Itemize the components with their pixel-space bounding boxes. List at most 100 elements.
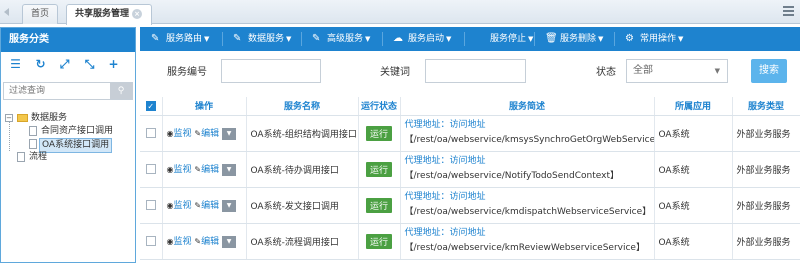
- category-tree: − 数据服务 合同资产接口调用 OA系统接口调用 流程: [5, 112, 133, 164]
- refresh-icon[interactable]: ↻: [34, 58, 47, 71]
- row-checkbox[interactable]: [145, 235, 156, 246]
- service-path: 【/rest/oa/webservice/kmsysSynchroGetOrgW…: [404, 135, 654, 145]
- edit-link[interactable]: 编辑: [201, 129, 219, 139]
- status-badge: 运行: [365, 233, 392, 249]
- expand-icon[interactable]: ⤢: [58, 58, 71, 71]
- tab-service-management[interactable]: 共享服务管理 ×: [66, 4, 152, 25]
- panel-title: 服务分类: [1, 28, 135, 52]
- row-menu-button[interactable]: ▼: [222, 127, 237, 140]
- folder-icon: [17, 114, 28, 122]
- app-name: OA系统: [654, 223, 733, 260]
- table-row[interactable]: ◉监视 ✎编辑 ▼ OA系统-待办调用接口 运行 代理地址：访问地址 【/rest/…: [140, 151, 800, 188]
- action-toolbar: ✎ 服务路由 ▼ ✎ 数据服务 ▼ ✎ 高级服务 ▼ ☁ 服务启动 ▼ 服务停止 ▼ 🗑 服务删除 ▼…: [140, 27, 800, 51]
- status-badge: 运行: [365, 161, 392, 177]
- service-path: 【/rest/oa/webservice/kmdispatchWebservic…: [404, 207, 652, 217]
- row-checkbox[interactable]: [145, 199, 156, 210]
- list-icon[interactable]: ☰: [9, 58, 22, 71]
- tree-node-contract[interactable]: 合同资产接口调用: [5, 125, 133, 138]
- service-type: 外部业务服务: [732, 223, 800, 260]
- table-header: ✓ 操作 服务名称 运行状态 服务简述 所属应用 服务类型: [140, 97, 800, 116]
- button-label: 服务停止: [490, 34, 527, 44]
- status-select[interactable]: 全部 ▼: [626, 59, 728, 83]
- proxy-link[interactable]: 代理地址：访问地址: [405, 228, 486, 238]
- close-icon[interactable]: ×: [132, 8, 143, 19]
- search-icon[interactable]: ⚲: [110, 83, 132, 99]
- tree-node-label: 合同资产接口调用: [41, 126, 114, 136]
- table-row[interactable]: ◉监视 ✎编辑 ▼ OA系统-流程调用接口 运行 代理地址：访问地址 【/rest/…: [140, 223, 800, 260]
- column-header: 服务简述: [400, 97, 655, 116]
- row-menu-button[interactable]: ▼: [222, 199, 237, 212]
- keyword-input[interactable]: [425, 59, 526, 83]
- proxy-link[interactable]: 代理地址：访问地址: [405, 156, 486, 166]
- doc-icon: [29, 126, 37, 136]
- service-delete-button[interactable]: 🗑 服务删除 ▼: [538, 31, 603, 47]
- row-menu-button[interactable]: ▼: [222, 163, 237, 176]
- monitor-link[interactable]: 监视: [173, 201, 191, 211]
- service-name: OA系统-流程调用接口: [246, 223, 359, 260]
- service-route-button[interactable]: ✎ 服务路由 ▼: [144, 31, 209, 47]
- row-checkbox[interactable]: [145, 163, 156, 174]
- tree-node-label: 流程: [29, 152, 48, 162]
- app-name: OA系统: [654, 187, 733, 224]
- tree-node-oa[interactable]: OA系统接口调用: [5, 138, 133, 153]
- tab-scroll-left-icon[interactable]: [4, 8, 9, 16]
- column-header: 运行状态: [358, 97, 401, 116]
- service-stop-button[interactable]: 服务停止 ▼: [468, 31, 533, 47]
- edit-link[interactable]: 编辑: [201, 237, 219, 247]
- service-start-button[interactable]: ☁ 服务启动 ▼: [386, 31, 451, 47]
- button-label: 服务删除: [560, 34, 597, 44]
- column-header: 服务名称: [246, 97, 359, 116]
- search-button[interactable]: 搜索: [751, 59, 787, 83]
- cloud-upload-icon: ☁: [393, 33, 403, 44]
- main-area: ✎ 服务路由 ▼ ✎ 数据服务 ▼ ✎ 高级服务 ▼ ☁ 服务启动 ▼ 服务停止 ▼ 🗑 服务删除 ▼…: [140, 27, 800, 263]
- services-table: ✓ 操作 服务名称 运行状态 服务简述 所属应用 服务类型 ◉监视 ✎编辑 ▼ O…: [140, 97, 800, 260]
- tree-node-process[interactable]: 流程: [5, 151, 133, 164]
- pencil-icon: ✎: [233, 33, 242, 44]
- pencil-icon: ✎: [151, 33, 160, 44]
- service-path: 【/rest/oa/webservice/NotifyTodoSendConte…: [404, 171, 619, 181]
- column-header: 操作: [162, 97, 247, 116]
- app-name: OA系统: [654, 115, 733, 152]
- advanced-service-button[interactable]: ✎ 高级服务 ▼: [305, 31, 370, 47]
- monitor-link[interactable]: 监视: [173, 165, 191, 175]
- proxy-link[interactable]: 代理地址：访问地址: [405, 120, 486, 130]
- table-row[interactable]: ◉监视 ✎编辑 ▼ OA系统-发文接口调用 运行 代理地址：访问地址 【/rest/…: [140, 187, 800, 224]
- column-header: 服务类型: [732, 97, 800, 116]
- table-row[interactable]: ◉监视 ✎编辑 ▼ OA系统-组织结构调用接口 运行 代理地址：访问地址 【/res…: [140, 115, 800, 152]
- gears-icon: ⚙: [625, 33, 634, 44]
- button-label: 常用操作: [640, 34, 677, 44]
- category-panel: 服务分类 ☰ ↻ ⤢ ⤡ + ⚲ − 数据服务 合同资产接口调用 OA系统接口调…: [0, 27, 136, 263]
- common-operations-button[interactable]: ⚙ 常用操作 ▼: [618, 31, 683, 47]
- row-menu-button[interactable]: ▼: [222, 235, 237, 248]
- service-type: 外部业务服务: [732, 151, 800, 188]
- collapse-toggle-icon[interactable]: −: [5, 114, 13, 122]
- filter-bar: 服务编号 关键词 状态 全部 ▼ 搜索: [140, 51, 800, 99]
- add-icon[interactable]: +: [107, 58, 120, 71]
- data-service-button[interactable]: ✎ 数据服务 ▼: [226, 31, 291, 47]
- monitor-link[interactable]: 监视: [173, 129, 191, 139]
- tab-home[interactable]: 首页: [22, 4, 58, 24]
- edit-link[interactable]: 编辑: [201, 201, 219, 211]
- menu-icon[interactable]: [783, 6, 794, 17]
- button-label: 服务路由: [166, 34, 203, 44]
- service-code-label: 服务编号: [167, 67, 207, 78]
- collapse-icon[interactable]: ⤡: [83, 58, 96, 71]
- status-select-value: 全部: [633, 65, 653, 76]
- edit-link[interactable]: 编辑: [201, 165, 219, 175]
- button-label: 高级服务: [327, 34, 364, 44]
- service-name: OA系统-待办调用接口: [246, 151, 359, 188]
- service-path: 【/rest/oa/webservice/kmReviewWebserviceS…: [404, 243, 645, 253]
- doc-icon: [29, 139, 37, 149]
- select-all-checkbox[interactable]: ✓: [145, 100, 156, 111]
- tab-label: 共享服务管理: [75, 9, 130, 19]
- app-name: OA系统: [654, 151, 733, 188]
- filter-input[interactable]: [4, 83, 112, 99]
- monitor-link[interactable]: 监视: [173, 237, 191, 247]
- service-code-input[interactable]: [221, 59, 321, 83]
- tree-node-data-service[interactable]: − 数据服务: [5, 112, 133, 125]
- status-label: 状态: [596, 67, 616, 78]
- status-badge: 运行: [365, 197, 392, 213]
- chevron-down-icon: ▼: [714, 67, 720, 75]
- row-checkbox[interactable]: [145, 127, 156, 138]
- proxy-link[interactable]: 代理地址：访问地址: [405, 192, 486, 202]
